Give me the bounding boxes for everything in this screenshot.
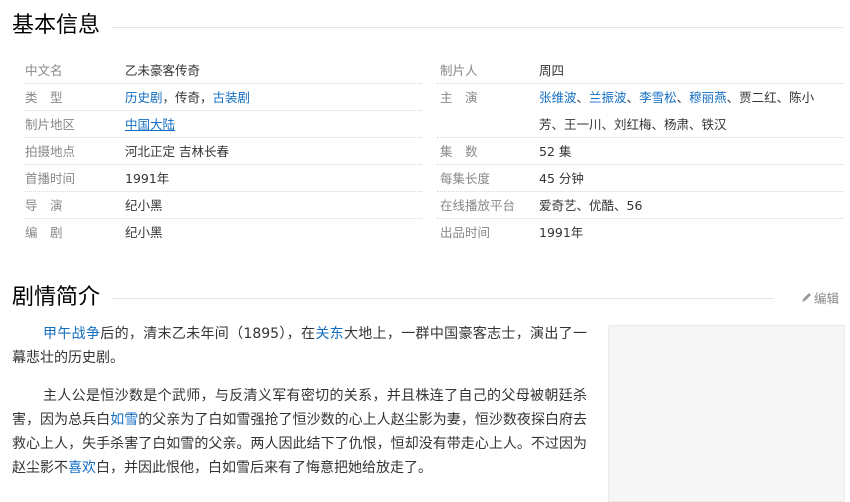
genre-text: ，传奇， bbox=[162, 90, 213, 105]
cast-link[interactable]: 穆丽燕 bbox=[689, 90, 727, 105]
cast-sep: 、 bbox=[576, 90, 590, 105]
edit-button[interactable]: 编辑 bbox=[800, 288, 839, 307]
info-label: 出品时间 bbox=[440, 225, 491, 240]
info-value: 52 集 bbox=[539, 144, 572, 159]
plot-link[interactable]: 喜欢 bbox=[68, 460, 96, 476]
info-value: 纪小黑 bbox=[125, 198, 163, 213]
info-label: 类 型 bbox=[25, 90, 63, 105]
info-row: 导 演 纪小黑 在线播放平台 爱奇艺、优酷、56 bbox=[25, 192, 843, 219]
plot-link[interactable]: 甲午战争 bbox=[43, 326, 100, 342]
info-value: 爱奇艺、优酷、56 bbox=[539, 198, 643, 213]
basic-info-title: 基本信息 bbox=[12, 12, 109, 40]
plot-body: 甲午战争后的，清末乙未年间（1895），在关东大地上，一群中国豪客志士，演出了一… bbox=[12, 322, 587, 494]
info-value: 乙未豪客传奇 bbox=[125, 63, 201, 78]
cast-value: 张维波、兰振波、李雪松、穆丽燕、贾二红、陈小 bbox=[539, 84, 814, 110]
info-label: 编 剧 bbox=[25, 225, 63, 240]
info-value: 周四 bbox=[539, 63, 565, 78]
info-value: 纪小黑 bbox=[125, 225, 163, 240]
info-row: 中文名 乙未豪客传奇 制片人 周四 bbox=[25, 57, 843, 84]
info-row: 制片地区 中国大陆 芳、王一川、刘红梅、杨肃、铁汉 bbox=[25, 111, 843, 138]
info-label: 首播时间 bbox=[25, 171, 76, 186]
info-value: 河北正定 吉林长春 bbox=[125, 144, 229, 159]
region-value: 中国大陆 bbox=[125, 111, 175, 137]
cast-link[interactable]: 兰振波 bbox=[589, 90, 627, 105]
info-row: 首播时间 1991年 每集长度 45 分钟 bbox=[25, 165, 843, 192]
plot-paragraph: 甲午战争后的，清末乙未年间（1895），在关东大地上，一群中国豪客志士，演出了一… bbox=[12, 322, 587, 370]
info-label: 中文名 bbox=[25, 63, 63, 78]
cast-link[interactable]: 张维波 bbox=[539, 90, 577, 105]
region-link[interactable]: 中国大陆 bbox=[125, 117, 175, 132]
info-value: 45 分钟 bbox=[539, 171, 584, 186]
genre-link-history[interactable]: 历史剧 bbox=[125, 90, 163, 105]
plot-text: 白，并因此恨他，白如雪后来有了悔意把她给放走了。 bbox=[96, 460, 432, 476]
plot-link[interactable]: 如雪 bbox=[110, 412, 138, 428]
info-label: 制片人 bbox=[440, 63, 478, 78]
info-label: 在线播放平台 bbox=[440, 198, 516, 213]
plot-title: 剧情简介 bbox=[12, 284, 109, 312]
info-row: 拍摄地点 河北正定 吉林长春 集 数 52 集 bbox=[25, 138, 843, 165]
info-row: 编 剧 纪小黑 出品时间 1991年 bbox=[25, 219, 843, 246]
info-value: 1991年 bbox=[125, 171, 170, 186]
cast-value-continued: 芳、王一川、刘红梅、杨肃、铁汉 bbox=[539, 117, 727, 132]
info-value: 1991年 bbox=[539, 225, 584, 240]
info-label: 每集长度 bbox=[440, 171, 491, 186]
plot-link[interactable]: 关东 bbox=[315, 326, 344, 342]
pencil-icon bbox=[800, 292, 814, 304]
plot-text: 后的，清末乙未年间（1895），在 bbox=[100, 326, 316, 342]
edit-label: 编辑 bbox=[814, 291, 840, 306]
cast-sep: 、 bbox=[676, 90, 690, 105]
info-label: 导 演 bbox=[25, 198, 63, 213]
genre-link-costume[interactable]: 古装剧 bbox=[213, 90, 251, 105]
basic-info-divider bbox=[112, 27, 843, 28]
info-label: 主 演 bbox=[440, 90, 478, 105]
info-label: 拍摄地点 bbox=[25, 144, 76, 159]
info-label: 制片地区 bbox=[25, 117, 76, 132]
cast-sep: 、 bbox=[626, 90, 640, 105]
genre-value: 历史剧，传奇，古装剧 bbox=[125, 84, 250, 110]
cast-link[interactable]: 李雪松 bbox=[639, 90, 677, 105]
plot-paragraph: 主人公是恒沙数是个武师，与反清义军有密切的关系，并且株连了自己的父母被朝廷杀害，… bbox=[12, 384, 587, 480]
side-image-placeholder[interactable] bbox=[608, 325, 845, 502]
info-row: 类 型 历史剧，传奇，古装剧 主 演 张维波、兰振波、李雪松、穆丽燕、贾二红、陈… bbox=[25, 84, 843, 111]
cast-text: 、贾二红、陈小 bbox=[726, 90, 815, 105]
info-label: 集 数 bbox=[440, 144, 478, 159]
plot-divider bbox=[112, 298, 774, 299]
